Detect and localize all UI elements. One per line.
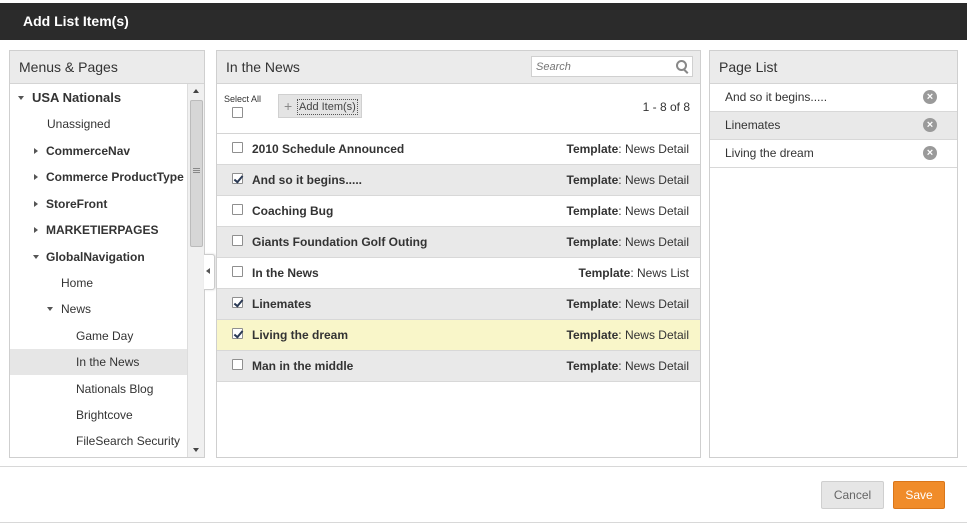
plus-icon: + [284, 98, 293, 114]
chevron-left-icon [206, 268, 210, 274]
cancel-button[interactable]: Cancel [821, 481, 884, 509]
page-list-item-label: And so it begins..... [725, 90, 828, 104]
item-title: Living the dream [252, 328, 349, 342]
list-item[interactable]: Living the dream Template: News Detail [217, 320, 700, 351]
grip-icon [193, 168, 200, 169]
tree-item-filesearch-security[interactable]: FileSearch Security [10, 428, 188, 454]
item-template: Template: News Detail [566, 359, 690, 373]
item-checkbox[interactable] [232, 204, 243, 215]
list-item[interactable]: And so it begins..... Template: News Det… [217, 165, 700, 196]
page-list-item-label: Living the dream [725, 146, 814, 160]
tree-scrollbar[interactable] [187, 84, 204, 457]
search-box[interactable] [531, 56, 693, 77]
chevron-right-icon[interactable] [34, 148, 38, 154]
list-item[interactable]: Giants Foundation Golf Outing Template: … [217, 227, 700, 258]
select-all-label: Select All [224, 94, 262, 104]
tree-item-game-day[interactable]: Game Day [10, 323, 188, 349]
dialog-title: Add List Item(s) [23, 13, 129, 29]
item-template: Template: News Detail [566, 235, 690, 249]
item-template: Template: News Detail [566, 328, 690, 342]
in-the-news-panel: In the News Select All + Add Item(s) 1 -… [216, 50, 701, 458]
tree-item-unassigned[interactable]: Unassigned [10, 111, 188, 137]
page-list-header: Page List [710, 51, 957, 84]
item-checkbox[interactable] [232, 235, 243, 246]
add-items-label: Add Item(s) [297, 99, 358, 115]
page-list-item-label: Linemates [725, 118, 781, 132]
page-list-item[interactable]: Linemates × [710, 112, 957, 140]
search-input[interactable] [532, 57, 671, 77]
page-list-item[interactable]: Living the dream × [710, 140, 957, 168]
add-items-button[interactable]: + Add Item(s) [278, 94, 362, 118]
item-title: Giants Foundation Golf Outing [252, 235, 428, 249]
tree-item-globalnavigation[interactable]: GlobalNavigation [10, 244, 188, 270]
item-template: Template: News Detail [566, 173, 690, 187]
tree-item-nationals-blog[interactable]: Nationals Blog [10, 376, 188, 402]
list-item[interactable]: 2010 Schedule Announced Template: News D… [217, 134, 700, 165]
item-count: 1 - 8 of 8 [642, 100, 690, 114]
scroll-thumb[interactable] [190, 100, 203, 247]
tree-item-usa-nationals[interactable]: USA Nationals [10, 85, 188, 111]
page-list-panel: Page List And so it begins..... × Linema… [709, 50, 958, 458]
list-item[interactable]: In the News Template: News List [217, 258, 700, 289]
item-title: Man in the middle [252, 359, 354, 373]
list-item[interactable]: Man in the middle Template: News Detail [217, 351, 700, 382]
chevron-right-icon[interactable] [34, 201, 38, 207]
item-template: Template: News Detail [566, 204, 690, 218]
tree-item-in-the-news[interactable]: In the News [10, 349, 188, 375]
chevron-down-icon[interactable] [18, 96, 24, 100]
remove-icon[interactable]: × [923, 146, 937, 160]
item-checkbox[interactable] [232, 359, 243, 370]
footer-divider [0, 466, 967, 467]
collapse-panel-toggle[interactable] [204, 254, 215, 290]
scroll-up-arrow-icon[interactable] [193, 89, 199, 93]
list-toolbar: Select All + Add Item(s) 1 - 8 of 8 [217, 84, 700, 134]
item-checkbox[interactable] [232, 173, 243, 184]
dialog-titlebar: Add List Item(s) [0, 3, 967, 40]
chevron-right-icon[interactable] [34, 227, 38, 233]
remove-icon[interactable]: × [923, 118, 937, 132]
panel-title: In the News [226, 59, 300, 75]
item-template: Template: News Detail [566, 297, 690, 311]
item-checkbox[interactable] [232, 266, 243, 277]
footer-bottom-divider [0, 522, 967, 523]
scroll-down-arrow-icon[interactable] [193, 448, 199, 452]
save-button[interactable]: Save [893, 481, 945, 509]
tree-item-commercenav[interactable]: CommerceNav [10, 138, 188, 164]
select-all-checkbox[interactable] [232, 107, 243, 118]
menu-tree: USA Nationals Unassigned CommerceNav Com… [10, 84, 188, 457]
tree-item-news[interactable]: News [10, 296, 188, 322]
page-list-item[interactable]: And so it begins..... × [710, 84, 957, 112]
menus-pages-panel: Menus & Pages USA Nationals Unassigned C… [9, 50, 205, 458]
list-item[interactable]: Coaching Bug Template: News Detail [217, 196, 700, 227]
search-icon[interactable] [676, 60, 687, 71]
tree-item-storefront[interactable]: StoreFront [10, 191, 188, 217]
menus-pages-header: Menus & Pages [10, 51, 204, 84]
item-checkbox[interactable] [232, 297, 243, 308]
tree-item-marketierpages[interactable]: MARKETIERPAGES [10, 217, 188, 243]
item-template: Template: News Detail [566, 142, 690, 156]
item-checkbox[interactable] [232, 328, 243, 339]
remove-icon[interactable]: × [923, 90, 937, 104]
chevron-down-icon[interactable] [33, 255, 39, 259]
item-checkbox[interactable] [232, 142, 243, 153]
item-title: In the News [252, 266, 319, 280]
tree-item-home[interactable]: Home [10, 270, 188, 296]
item-template: Template: News List [578, 266, 689, 280]
item-title: Coaching Bug [252, 204, 334, 218]
item-title: 2010 Schedule Announced [252, 142, 405, 156]
list-item[interactable]: Linemates Template: News Detail [217, 289, 700, 320]
chevron-down-icon[interactable] [47, 307, 53, 311]
tree-item-commerce-producttype[interactable]: Commerce ProductType [10, 164, 188, 190]
tree-item-brightcove[interactable]: Brightcove [10, 402, 188, 428]
item-title: Linemates [252, 297, 312, 311]
chevron-right-icon[interactable] [34, 174, 38, 180]
item-title: And so it begins..... [252, 173, 363, 187]
